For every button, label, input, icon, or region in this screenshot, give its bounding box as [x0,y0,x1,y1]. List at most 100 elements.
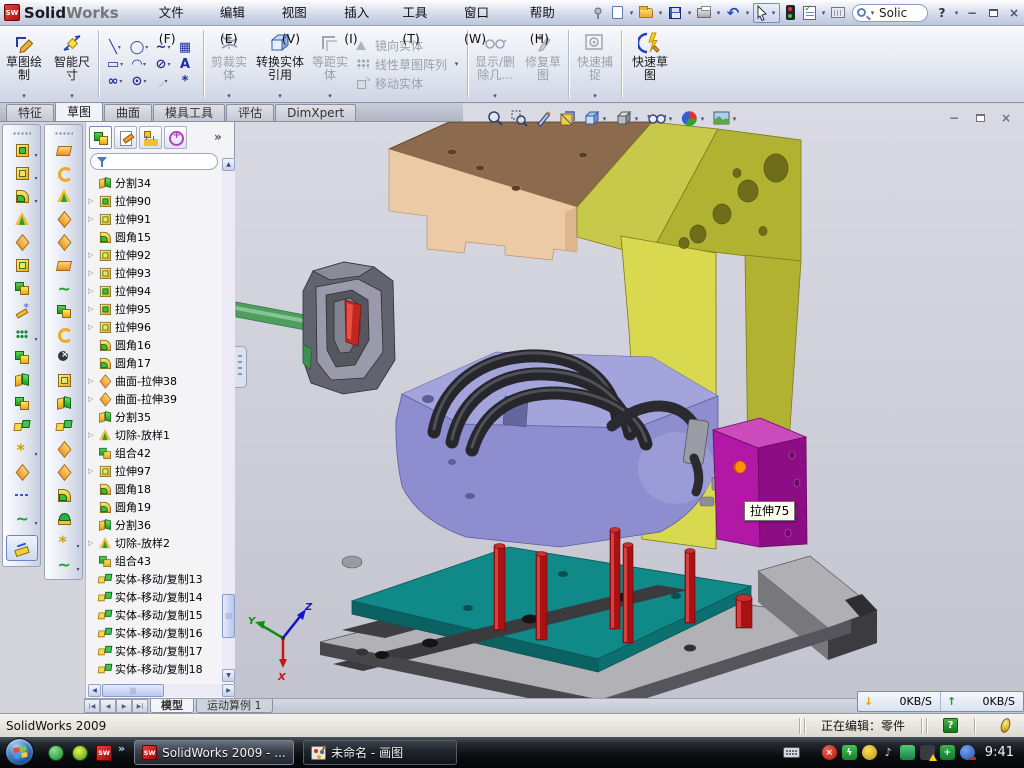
entity-dropdown-icon[interactable]: ▾ [118,44,121,51]
search-dropdown-icon[interactable]: ▾ [868,9,877,17]
scroll-up-button[interactable]: ▲ [222,158,235,171]
tree-horizontal-scrollbar[interactable]: ◀ ▶ [88,684,235,697]
restore-button[interactable] [983,4,1003,22]
display-style-dropdown-icon[interactable]: ▾ [633,115,640,123]
minimize-button[interactable]: − [962,4,982,22]
panel-splitter-handle[interactable] [235,346,247,388]
document-view-tab[interactable]: 运动算例 1 [196,699,273,713]
dimxpert-manager-tab[interactable] [164,126,187,149]
tray-volume-icon[interactable]: ♪ [881,745,896,760]
open-dropdown-icon[interactable]: ▾ [656,9,665,17]
tree-filter-box[interactable] [90,153,218,170]
document-view-tab[interactable]: 模型 [150,699,194,713]
tree-item[interactable]: ▷ 拉伸95 [88,300,221,318]
vertical-scroll-thumb[interactable] [222,594,235,638]
smart-dimension-button[interactable]: 智能尺寸 ▾ [48,26,96,102]
toolbar-button[interactable]: ▾ [6,393,38,413]
expand-arrow-icon[interactable]: ▷ [88,377,97,385]
tree-item[interactable]: ▷ 拉伸93 [88,264,221,282]
tree-item[interactable]: ▷ 拉伸92 [88,246,221,264]
tree-item[interactable]: ▷ 圆角15 [88,228,221,246]
sketch-entity-button[interactable]: ◞▾ [151,73,175,90]
toolbar-button[interactable]: ▾ [6,347,38,367]
sketch-button[interactable]: 草图绘制 ▾ [0,26,48,102]
tool-dropdown-icon[interactable]: ▾ [34,175,37,182]
toolbar-button[interactable]: ▾ [48,439,80,459]
tree-item[interactable]: ▷ 切除-放样2 [88,534,221,552]
input-method-icon[interactable] [783,747,800,758]
tray-shield-icon[interactable]: ϟ [842,745,857,760]
tree-item[interactable]: ▷ 实体-移动/复制17 [88,642,221,660]
tray-sync-icon[interactable] [900,745,915,760]
toolbar-button[interactable]: ▾ [48,508,80,528]
toolbar-button[interactable]: ▾ [48,209,80,229]
sketch-entity-button[interactable]: ◠▾ [127,56,151,73]
toolbar-button[interactable]: ▾ [48,278,80,298]
toolbar-button[interactable]: ▾ [6,439,38,459]
menu-item[interactable]: 插入(I) [332,0,390,26]
measure-tool-button-pressed[interactable] [6,535,38,561]
scene-dropdown-icon[interactable]: ▾ [731,115,738,123]
start-button[interactable] [5,738,34,766]
checker-dropdown-icon[interactable]: ▾ [819,9,828,17]
expand-arrow-icon[interactable]: ▷ [88,395,97,403]
view-orientation-icon[interactable]: ▾ [581,109,610,128]
sketch-entity-button[interactable]: ▭▾ [103,56,127,73]
tray-security-icon[interactable]: + [940,745,955,760]
sketch-entity-button[interactable]: A▾ [175,56,199,73]
open-button[interactable] [637,3,655,23]
toolbar-button[interactable]: ▾ [48,462,80,482]
sketch-entity-button[interactable]: ⊙▾ [127,73,151,90]
expand-arrow-icon[interactable]: ▷ [88,215,97,223]
doc-close-button[interactable]: × [996,110,1016,126]
menu-item[interactable]: 帮助(H) [518,0,581,26]
entity-dropdown-icon[interactable]: ▾ [120,61,123,68]
graphics-viewport[interactable]: Y Z X ▾ ▾ ▾ ▾ ▾ − × [235,104,1024,698]
interference-lights-icon[interactable] [781,3,799,23]
sketch-entity-button[interactable]: *▾ [175,73,199,90]
tree-item[interactable]: ▷ 拉伸90 [88,192,221,210]
tab-nav-button[interactable]: |◀ [84,699,100,713]
entity-dropdown-icon[interactable]: ▾ [143,61,146,68]
menu-item[interactable]: 工具(T) [390,0,452,26]
scroll-left-button[interactable]: ◀ [88,684,101,697]
toolbar-button[interactable]: ▾ [6,462,38,482]
menu-item[interactable]: 编辑(E) [208,0,270,26]
tool-dropdown-icon[interactable]: ▾ [34,451,37,458]
tab-nav-button[interactable]: ▶ [116,699,132,713]
expand-arrow-icon[interactable]: ▷ [88,287,97,295]
tree-item[interactable]: ▷ 圆角18 [88,480,221,498]
command-manager-tab[interactable]: 曲面 [104,104,152,121]
toolbar-button[interactable]: ▾ [48,301,80,321]
tray-badge-icon[interactable] [862,745,877,760]
tree-item[interactable]: ▷ 拉伸91 [88,210,221,228]
pin-icon[interactable] [589,3,607,23]
section-view-icon[interactable] [557,109,578,128]
horizontal-scroll-thumb[interactable] [102,684,164,697]
toolbar-button[interactable]: ▾ [6,163,38,183]
hide-show-items-icon[interactable]: ▾ [645,109,676,128]
menu-item[interactable]: 窗口(W) [452,0,518,26]
tree-item[interactable]: ▷ 切除-放样1 [88,426,221,444]
print-dropdown-icon[interactable]: ▾ [714,9,723,17]
doc-minimize-button[interactable]: − [944,110,964,126]
tool-dropdown-icon[interactable]: ▾ [34,520,37,527]
design-checker-button[interactable] [800,3,818,23]
tree-item[interactable]: ▷ 分割36 [88,516,221,534]
toolbar-button[interactable]: ▾ [6,416,38,436]
tree-item[interactable]: ▷ 拉伸96 [88,318,221,336]
save-button[interactable] [666,3,684,23]
toolbar-button[interactable]: ▾ [6,232,38,252]
search-input[interactable]: Solic [879,6,919,20]
toolbar-button[interactable]: ▾ [48,163,80,183]
tree-item[interactable]: ▷ 分割34 [88,174,221,192]
tree-item[interactable]: ▷ 组合43 [88,552,221,570]
toolbar-button[interactable]: ▾ [6,301,38,321]
command-manager-tab[interactable]: DimXpert [275,104,356,121]
assembly-model[interactable]: Y Z X [235,104,1024,698]
tool-dropdown-icon[interactable]: ▾ [76,566,79,573]
command-manager-tab[interactable]: 特征 [6,104,54,121]
sketch-entity-button[interactable]: ╲▾ [103,39,127,56]
tree-item[interactable]: ▷ 实体-移动/复制15 [88,606,221,624]
toolbar-button[interactable]: ▾ [48,531,80,551]
